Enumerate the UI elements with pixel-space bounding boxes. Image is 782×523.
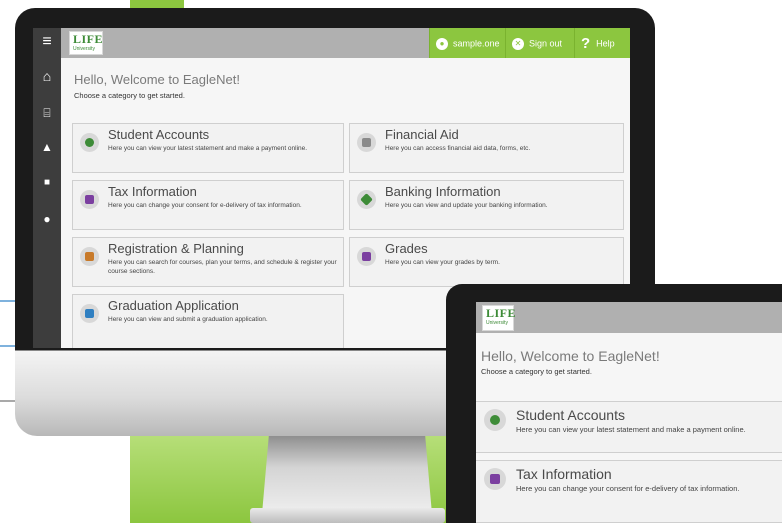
tablet-screen: LIFE University Hello, Welcome to EagleN… [476, 302, 782, 523]
money-icon [357, 133, 376, 152]
card-financial-aid[interactable]: Financial Aid Here you can access financ… [349, 123, 624, 173]
life-university-logo[interactable]: LIFE University [69, 31, 103, 55]
menu-icon[interactable]: ≡ [33, 33, 61, 51]
dollar-icon [484, 409, 506, 431]
dollar-icon [80, 133, 99, 152]
monitor-base [250, 508, 445, 523]
user-icon: ● [436, 37, 448, 50]
top-bar: LIFE University ● sample.one ✕ Sign out ? H… [61, 28, 630, 58]
user-button[interactable]: ● sample.one [429, 28, 505, 58]
bank-icon[interactable]: ⌸ [33, 104, 61, 122]
page-title: Hello, Welcome to EagleNet! [74, 72, 240, 87]
banking-icon [357, 190, 376, 209]
help-icon: ? [581, 34, 591, 52]
sign-out-button[interactable]: ✕ Sign out [505, 28, 574, 58]
card-tax-information[interactable]: Tax Information Here you can change your… [72, 180, 344, 230]
page-subtitle: Choose a category to get started. [74, 91, 185, 100]
tablet-card-student-accounts[interactable]: Student Accounts Here you can view your … [476, 401, 782, 453]
calendar-icon [80, 247, 99, 266]
tablet-top-bar: LIFE University [476, 302, 782, 333]
book-icon[interactable]: ■ [33, 174, 61, 192]
life-university-logo[interactable]: LIFE University [482, 305, 516, 331]
monitor-stand [262, 436, 432, 514]
home-icon[interactable]: ⌂ [33, 67, 61, 85]
help-button[interactable]: ? Help [574, 28, 630, 58]
left-nav: ≡ ⌂ ⌸ ▲ ■ ● [33, 28, 61, 348]
card-grades[interactable]: Grades Here you can view your grades by … [349, 237, 624, 287]
tablet-card-tax-information[interactable]: Tax Information Here you can change your… [476, 460, 782, 523]
grades-icon [357, 247, 376, 266]
card-graduation-application[interactable]: Graduation Application Here you can view… [72, 294, 344, 348]
card-banking-information[interactable]: Banking Information Here you can view an… [349, 180, 624, 230]
device-mockup-scene: ≡ ⌂ ⌸ ▲ ■ ● LIFE University ● sample.one … [0, 0, 782, 523]
user-icon[interactable]: ● [33, 210, 61, 228]
graduation-cap-icon[interactable]: ▲ [33, 138, 61, 156]
tax-document-icon [484, 468, 506, 490]
card-student-accounts[interactable]: Student Accounts Here you can view your … [72, 123, 344, 173]
close-icon: ✕ [512, 37, 524, 50]
tax-document-icon [80, 190, 99, 209]
tablet-page-subtitle: Choose a category to get started. [481, 367, 592, 376]
card-registration-planning[interactable]: Registration & Planning Here you can sea… [72, 237, 344, 287]
tablet-page-title: Hello, Welcome to EagleNet! [481, 348, 660, 364]
graduation-icon [80, 304, 99, 323]
